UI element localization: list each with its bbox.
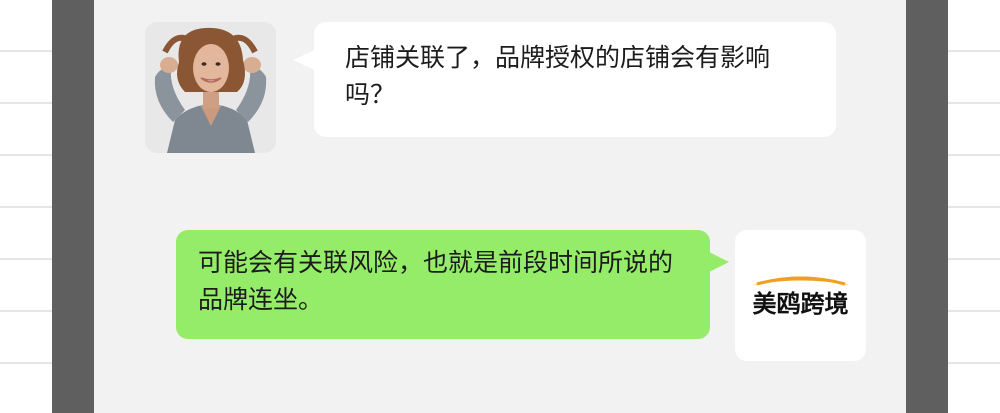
customer-avatar[interactable] — [145, 22, 276, 153]
incoming-message-bubble[interactable]: 店铺关联了，品牌授权的店铺会有影响吗？ — [314, 22, 836, 137]
phone-frame-left — [52, 0, 94, 413]
incoming-bubble-tail — [293, 50, 315, 70]
customer-photo-icon — [145, 22, 276, 153]
outgoing-message-bubble[interactable]: 可能会有关联风险，也就是前段时间所说的品牌连坐。 — [176, 230, 710, 339]
brand-logo-text: 美鸥跨境 — [752, 290, 849, 318]
incoming-message-text: 店铺关联了，品牌授权的店铺会有影响吗？ — [345, 43, 771, 109]
right-lined-margin — [948, 0, 1000, 413]
left-lined-margin — [0, 0, 52, 413]
brand-avatar[interactable]: 美鸥跨境 — [735, 230, 866, 361]
phone-frame-right — [906, 0, 948, 413]
outgoing-bubble-tail — [709, 252, 729, 272]
outgoing-message-text: 可能会有关联风险，也就是前段时间所说的品牌连坐。 — [198, 248, 674, 314]
